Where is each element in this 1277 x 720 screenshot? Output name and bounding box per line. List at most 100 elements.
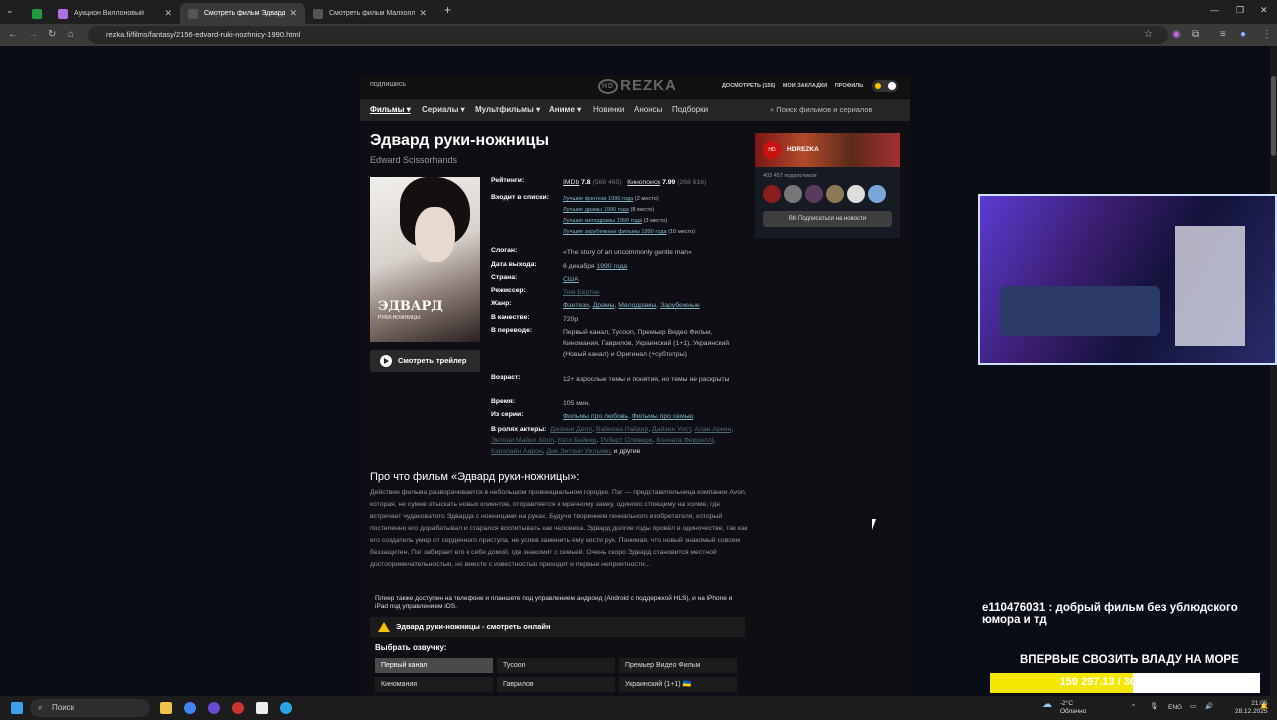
genre-link[interactable]: Фэнтези: [563, 302, 589, 309]
info-value: «The story of an uncommonly gentle man»: [563, 249, 692, 256]
new-tab-icon[interactable]: +: [444, 3, 451, 17]
actor-link[interactable]: Дайэнн Уист: [652, 426, 691, 433]
tab-list-icon[interactable]: ⌄: [6, 5, 14, 16]
dub-option[interactable]: Киномания: [375, 677, 493, 692]
dub-option-selected[interactable]: Первый канал: [375, 658, 493, 673]
vk-group-name[interactable]: HDREZKA: [787, 146, 819, 153]
series-link[interactable]: Фильмы про семью: [632, 413, 694, 420]
list-link[interactable]: Лучшие мелодрамы 1990 года: [563, 218, 642, 224]
dub-option[interactable]: Гаврилов: [497, 677, 615, 692]
search-input[interactable]: ⌕ Поиск фильмов и сериалов: [770, 105, 873, 115]
tray-chevron-icon[interactable]: ^: [1132, 703, 1135, 711]
imdb-link[interactable]: IMDb: [563, 179, 579, 186]
info-label: В переводе:: [491, 327, 533, 334]
menu-collections[interactable]: Подборки: [672, 105, 708, 114]
actor-link[interactable]: Дик Энтони Уильямс: [547, 448, 612, 455]
tab-2-active[interactable]: Смотреть фильм Эдвард ру ✕: [180, 3, 305, 24]
chrome-icon[interactable]: [184, 702, 196, 714]
maximize-icon[interactable]: ❐: [1236, 5, 1244, 16]
site-logo[interactable]: HD REZKA: [598, 77, 677, 94]
home-icon[interactable]: ⌂: [68, 29, 74, 40]
kp-link[interactable]: Кинопоиск: [627, 179, 660, 186]
actor-link[interactable]: Энтони Майкл Холл: [491, 437, 554, 444]
genre-link[interactable]: Драмы: [593, 302, 615, 309]
vk-subscribe-button[interactable]: ВК Подписаться на новости: [763, 211, 892, 227]
country-link[interactable]: США: [563, 276, 579, 283]
actor-link[interactable]: Кэролайн Аарон: [491, 448, 543, 455]
actor-link[interactable]: Роберт Оливери: [600, 437, 652, 444]
url-input[interactable]: rezka.fi/films/fantasy/2156-edvard-ruki-…: [88, 26, 1168, 44]
profile-icon[interactable]: ●: [1240, 29, 1246, 40]
genre-link[interactable]: Зарубежные: [660, 302, 700, 309]
menu-announces[interactable]: Анонсы: [634, 105, 662, 114]
back-icon[interactable]: ←: [8, 29, 18, 40]
theme-toggle[interactable]: [872, 80, 898, 92]
notification-icon[interactable]: 🔔: [1260, 703, 1268, 711]
series-link[interactable]: Фильмы про любовь: [563, 413, 628, 420]
film-poster[interactable]: ЭДВАРД РУКИ-НОЖНИЦЫ: [370, 177, 480, 342]
menu-films[interactable]: Фильмы ▾: [370, 105, 411, 114]
reading-list-icon[interactable]: ≡: [1220, 29, 1226, 40]
list-link[interactable]: Лучшие фэнтези 1990 года: [563, 196, 633, 202]
menu-series[interactable]: Сериалы ▾: [422, 105, 465, 114]
menu-new[interactable]: Новинки: [593, 105, 624, 114]
language-indicator[interactable]: ENG: [1168, 704, 1182, 712]
page-scrollbar[interactable]: [1270, 46, 1277, 696]
minimize-icon[interactable]: —: [1210, 5, 1219, 15]
subscribe-link[interactable]: подпишись: [370, 81, 406, 88]
menu-anime[interactable]: Аниме ▾: [549, 105, 581, 114]
info-value: 105 мин.: [563, 400, 591, 407]
menu-cartoons[interactable]: Мультфильмы ▾: [475, 105, 540, 114]
taskbar-search[interactable]: ⌕ Поиск: [30, 699, 150, 717]
tab-0[interactable]: [26, 3, 50, 24]
info-label: Жанр:: [491, 300, 512, 307]
actor-link[interactable]: Джонни Депп: [550, 426, 592, 433]
close-icon[interactable]: ✕: [289, 8, 297, 19]
network-icon[interactable]: ▭: [1190, 703, 1196, 711]
dub-option[interactable]: Tycoon: [497, 658, 615, 673]
dub-option[interactable]: Премьер Видео Фильм: [619, 658, 737, 673]
scroll-thumb[interactable]: [1271, 76, 1276, 156]
obs-icon[interactable]: [256, 702, 268, 714]
close-window-icon[interactable]: ✕: [1260, 5, 1268, 16]
trailer-button[interactable]: Смотреть трейлер: [370, 350, 480, 372]
volume-icon[interactable]: 🔊: [1205, 703, 1213, 711]
bookmark-star-icon[interactable]: ☆: [1144, 29, 1153, 40]
forward-icon[interactable]: →: [28, 29, 38, 40]
release-year-link[interactable]: 1990 года: [597, 263, 628, 270]
info-label: Режиссер:: [491, 287, 526, 294]
reload-icon[interactable]: ↻: [48, 29, 56, 40]
continue-link[interactable]: ДОСМОТРЕТЬ (156): [722, 83, 775, 89]
menu-icon[interactable]: ⋮: [1262, 29, 1272, 40]
actors-value: В ролях актеры: Джонни Депп, Вайнона Рай…: [491, 426, 734, 455]
tab-3[interactable]: Смотреть фильм Малхолланд ✕: [305, 3, 435, 24]
close-icon[interactable]: ✕: [164, 8, 172, 19]
actor-link[interactable]: Алан Аркин: [695, 426, 732, 433]
genre-link[interactable]: Мелодрамы: [618, 302, 656, 309]
tab-1[interactable]: Аукцион Виллоновый ✕: [50, 3, 180, 24]
director-link[interactable]: Тим Бёртон: [563, 289, 600, 296]
address-bar-row: ← → ↻ ⌂ rezka.fi/films/fantasy/2156-edva…: [0, 24, 1277, 46]
weather[interactable]: -2°C Облачно: [1060, 700, 1086, 716]
extension-icon[interactable]: ◉: [1172, 29, 1181, 40]
bookmarks-link[interactable]: МОИ ЗАКЛАДКИ: [783, 83, 827, 89]
close-icon[interactable]: ✕: [419, 8, 427, 19]
info-row-genre: Жанр: Фэнтези, Драмы, Мелодрамы, Зарубеж…: [491, 300, 746, 311]
profile-link[interactable]: ПРОФИЛЬ: [835, 83, 863, 89]
actor-link[interactable]: Кэти Бейкер: [558, 437, 597, 444]
app-icon[interactable]: [232, 702, 244, 714]
file-explorer-icon[interactable]: [160, 702, 172, 714]
microphone-icon[interactable]: 🎙: [1150, 703, 1158, 711]
telegram-icon[interactable]: [280, 702, 292, 714]
windows-start-icon[interactable]: [11, 702, 23, 714]
app-icon[interactable]: [208, 702, 220, 714]
play-icon: [380, 355, 392, 367]
info-label: Время:: [491, 398, 516, 405]
dub-option[interactable]: Украинский (1+1) 🇺🇦: [619, 677, 737, 692]
actor-link[interactable]: Вайнона Райдер: [596, 426, 648, 433]
extensions-icon[interactable]: ⧉: [1192, 29, 1199, 40]
actor-link[interactable]: Кончата Ферреллі: [656, 437, 713, 444]
list-link[interactable]: Лучшие зарубежные фильмы 1990 года: [563, 229, 667, 235]
info-value: Фильмы про любовь, Фильмы про семью: [563, 413, 694, 420]
list-link[interactable]: Лучшие драмы 1990 года: [563, 207, 629, 213]
